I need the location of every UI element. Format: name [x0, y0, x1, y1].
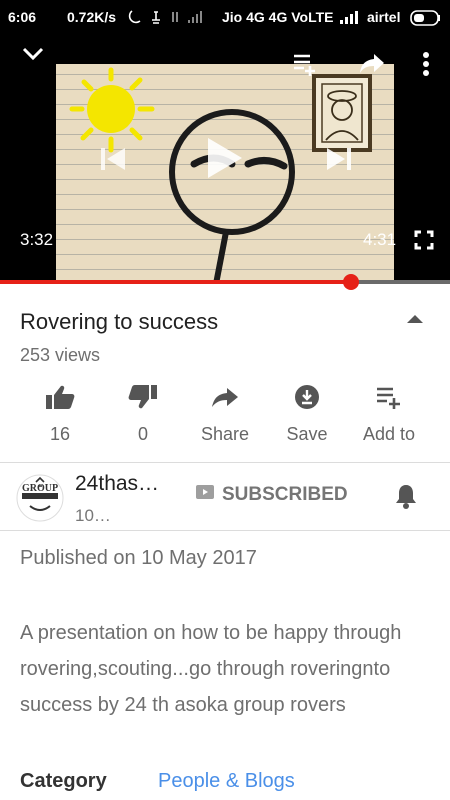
divider [0, 462, 450, 463]
save-label: Save [286, 424, 328, 444]
progress-scrubber[interactable] [343, 274, 359, 290]
play-icon[interactable] [204, 134, 244, 187]
share-icon [212, 388, 238, 407]
save-button[interactable]: Save [267, 384, 347, 445]
add-to-label: Add to [362, 424, 416, 444]
channel-name[interactable]: 24thas… [75, 472, 159, 496]
add-to-button[interactable]: Add to [349, 384, 429, 445]
share-icon[interactable] [359, 52, 385, 79]
more-options-icon[interactable] [422, 51, 430, 82]
next-icon[interactable] [325, 146, 353, 177]
group-logo-icon: GROUP [16, 474, 64, 522]
current-time: 3:32 [20, 230, 54, 249]
share-label: Share [200, 424, 250, 444]
battery-icon [410, 10, 442, 29]
status-icons [128, 8, 218, 29]
dislike-button[interactable]: 0 [103, 384, 183, 445]
view-count: 253 views [20, 345, 101, 365]
fullscreen-icon[interactable] [414, 230, 434, 255]
channel-avatar[interactable]: GROUP [16, 474, 64, 522]
notification-bell-icon[interactable] [395, 483, 417, 514]
publish-date: Published on 10 May 2017 [20, 547, 257, 569]
share-button[interactable]: Share [185, 384, 265, 445]
dislike-count: 0 [137, 424, 148, 444]
video-title: Rovering to success [20, 309, 219, 334]
download-icon [295, 385, 319, 409]
thumbs-down-icon [128, 385, 157, 409]
category-link[interactable]: People & Blogs [158, 770, 295, 793]
duration: 4:31 [363, 230, 397, 249]
video-description: A presentation on how to be happy throug… [20, 622, 402, 716]
subscribed-button[interactable]: SUBSCRIBED [196, 484, 348, 506]
carrier-secondary: airtel [367, 9, 401, 25]
network-speed: 0.72K/s [67, 9, 117, 25]
divider [0, 530, 450, 531]
status-time: 6:06 [8, 9, 37, 25]
like-button[interactable]: 16 [20, 384, 100, 445]
minimize-chevron-icon[interactable] [22, 47, 44, 66]
subscribed-label: SUBSCRIBED [222, 484, 348, 505]
like-count: 16 [49, 424, 71, 444]
video-player[interactable]: 3:32 4:31 [0, 34, 450, 284]
carrier-primary: Jio 4G 4G VoLTE [222, 9, 334, 25]
status-bar: 6:06 0.72K/s Jio 4G 4G VoLTE airtel [0, 0, 450, 34]
playlist-add-icon [377, 387, 400, 409]
youtube-play-icon [196, 485, 214, 499]
category-label: Category [20, 770, 107, 792]
subscriber-count: 10… [75, 506, 111, 525]
thumbs-up-icon [46, 385, 75, 409]
progress-bar[interactable] [0, 274, 450, 290]
add-to-queue-icon[interactable] [292, 52, 320, 81]
svg-text:GROUP: GROUP [22, 483, 58, 494]
collapse-caret-icon[interactable] [405, 312, 425, 330]
status-indicator-icons [128, 10, 202, 24]
progress-fill [0, 280, 351, 284]
signal-icon [338, 9, 362, 28]
previous-icon[interactable] [99, 146, 127, 177]
